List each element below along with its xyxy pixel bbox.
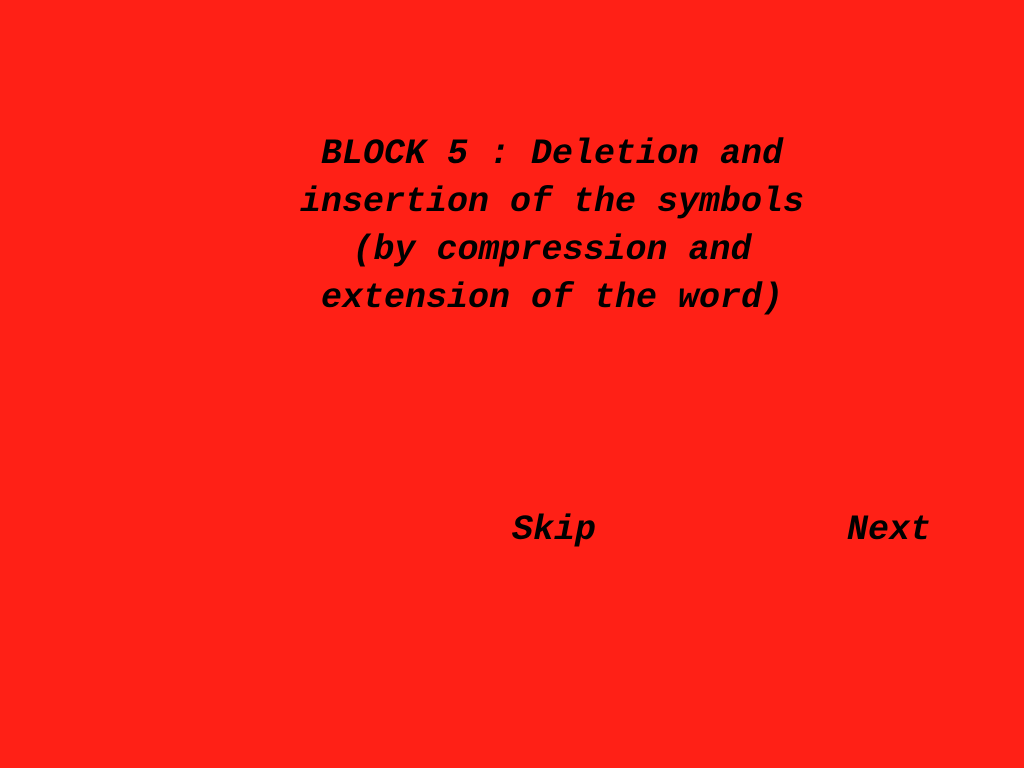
block-title: BLOCK 5 : Deletion and insertion of the … bbox=[232, 130, 872, 322]
block-title-line-3: (by compression and bbox=[352, 230, 752, 270]
block-intro-screen: BLOCK 5 : Deletion and insertion of the … bbox=[0, 0, 1024, 768]
block-title-line-1: BLOCK 5 : Deletion and bbox=[320, 134, 784, 174]
block-title-line-4: extension of the word) bbox=[320, 278, 784, 318]
next-button[interactable]: Next bbox=[845, 508, 933, 552]
block-title-line-2: insertion of the symbols bbox=[299, 182, 805, 222]
skip-button[interactable]: Skip bbox=[510, 508, 598, 552]
